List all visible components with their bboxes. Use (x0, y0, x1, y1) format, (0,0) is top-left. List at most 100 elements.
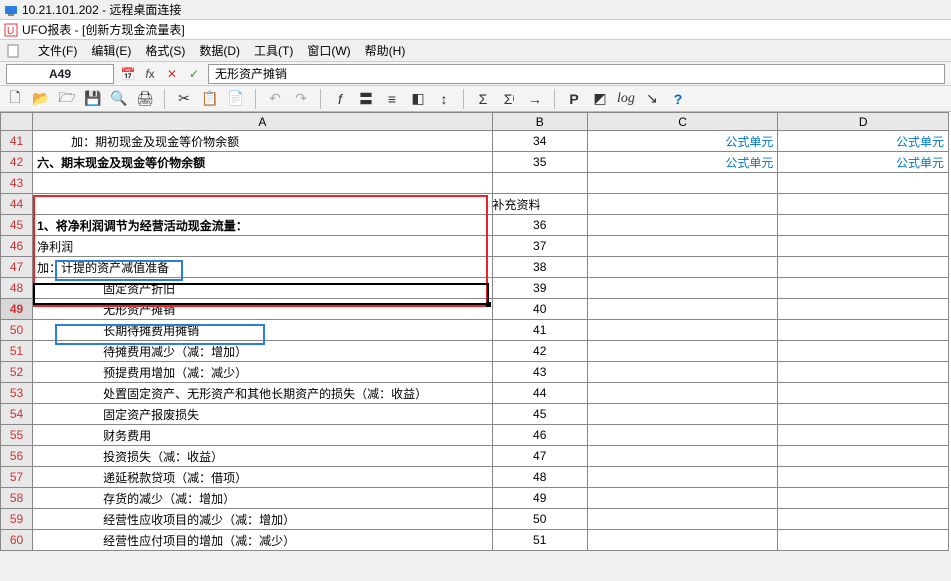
row-header[interactable]: 43 (1, 173, 33, 194)
table-row[interactable]: 55财务费用46 (1, 425, 949, 446)
tb-pat-icon[interactable]: ◩ (591, 90, 609, 108)
cell-a[interactable]: 固定资产折旧 (33, 278, 492, 299)
row-header[interactable]: 60 (1, 530, 33, 551)
col-header-c[interactable]: C (587, 113, 778, 131)
cell-a[interactable] (33, 194, 492, 215)
tb-p-icon[interactable]: P (565, 90, 583, 108)
cell-b[interactable]: 补充资料 (492, 194, 587, 215)
cell-a[interactable]: 1、将净利润调节为经营活动现金流量： (33, 215, 492, 236)
menu-edit[interactable]: 编辑(E) (91, 42, 131, 59)
tb-log-icon[interactable]: log (617, 90, 635, 108)
cell-d[interactable] (778, 404, 949, 425)
cell-b[interactable]: 41 (492, 320, 587, 341)
cell-d[interactable] (778, 215, 949, 236)
table-row[interactable]: 52预提费用增加（减：减少）43 (1, 362, 949, 383)
cell-b[interactable]: 51 (492, 530, 587, 551)
cell-c[interactable] (587, 278, 778, 299)
cell-b[interactable]: 45 (492, 404, 587, 425)
cell-reference-box[interactable]: A49 (6, 64, 114, 84)
tb-print-icon[interactable]: 🖨 (136, 90, 154, 108)
cell-a[interactable] (33, 173, 492, 194)
cell-d[interactable] (778, 341, 949, 362)
menu-help[interactable]: 帮助(H) (365, 42, 406, 59)
cell-d[interactable] (778, 173, 949, 194)
cell-d[interactable] (778, 257, 949, 278)
row-header[interactable]: 58 (1, 488, 33, 509)
cell-d[interactable] (778, 299, 949, 320)
table-row[interactable]: 47加：计提的资产减值准备38 (1, 257, 949, 278)
cell-a[interactable]: 待摊费用减少（减：增加） (33, 341, 492, 362)
row-header[interactable]: 45 (1, 215, 33, 236)
tb-split-icon[interactable]: ◧ (409, 90, 427, 108)
col-header-d[interactable]: D (778, 113, 949, 131)
cell-b[interactable]: 50 (492, 509, 587, 530)
menu-window[interactable]: 窗口(W) (307, 42, 350, 59)
tb-save-icon[interactable]: 💾 (84, 90, 102, 108)
col-header-a[interactable]: A (33, 113, 492, 131)
formula-input[interactable]: 无形资产摊销 (208, 64, 945, 84)
cell-a[interactable]: 长期待摊费用摊销 (33, 320, 492, 341)
table-row[interactable]: 46净利润37 (1, 236, 949, 257)
cell-d[interactable] (778, 362, 949, 383)
cell-d[interactable] (778, 509, 949, 530)
cell-b[interactable] (492, 173, 587, 194)
cell-a[interactable]: 无形资产摊销 (33, 299, 492, 320)
cell-c[interactable] (587, 257, 778, 278)
cell-a[interactable]: 处置固定资产、无形资产和其他长期资产的损失（减：收益） (33, 383, 492, 404)
cell-a[interactable]: 六、期末现金及现金等价物余额 (33, 152, 492, 173)
tb-fn-icon[interactable]: f (331, 90, 349, 108)
row-header[interactable]: 51 (1, 341, 33, 362)
row-header[interactable]: 52 (1, 362, 33, 383)
cell-a[interactable]: 经营性应收项目的减少（减：增加） (33, 509, 492, 530)
menu-tool[interactable]: 工具(T) (254, 42, 293, 59)
fx-icon[interactable]: fx (142, 66, 158, 82)
tb-sigma-icon[interactable]: Σ (474, 90, 492, 108)
cell-b[interactable]: 34 (492, 131, 587, 152)
cell-c[interactable]: 公式单元 (587, 152, 778, 173)
cell-b[interactable]: 38 (492, 257, 587, 278)
cell-a[interactable]: 固定资产报废损失 (33, 404, 492, 425)
cell-c[interactable] (587, 173, 778, 194)
cell-a[interactable]: 存货的减少（减：增加） (33, 488, 492, 509)
cell-a[interactable]: 递延税款贷项（减：借项） (33, 467, 492, 488)
tb-open2-icon[interactable]: 🗁 (58, 90, 76, 108)
table-row[interactable]: 43 (1, 173, 949, 194)
cell-a[interactable]: 净利润 (33, 236, 492, 257)
row-header[interactable]: 47 (1, 257, 33, 278)
table-row[interactable]: 44补充资料 (1, 194, 949, 215)
table-row[interactable]: 57递延税款贷项（减：借项）48 (1, 467, 949, 488)
cell-b[interactable]: 36 (492, 215, 587, 236)
tb-redo-icon[interactable]: ↷ (292, 90, 310, 108)
cell-c[interactable] (587, 425, 778, 446)
tb-help-icon[interactable]: ? (669, 90, 687, 108)
row-header[interactable]: 46 (1, 236, 33, 257)
cell-a[interactable]: 投资损失（减：收益） (33, 446, 492, 467)
row-header[interactable]: 54 (1, 404, 33, 425)
cell-d[interactable] (778, 530, 949, 551)
cell-c[interactable] (587, 404, 778, 425)
table-row[interactable]: 50长期待摊费用摊销41 (1, 320, 949, 341)
row-header[interactable]: 49 (1, 299, 33, 320)
cell-b[interactable]: 47 (492, 446, 587, 467)
cell-a[interactable]: 加：计提的资产减值准备 (33, 257, 492, 278)
tb-sort-icon[interactable]: ↕ (435, 90, 453, 108)
table-row[interactable]: 42六、期末现金及现金等价物余额35公式单元公式单元 (1, 152, 949, 173)
table-row[interactable]: 53处置固定资产、无形资产和其他长期资产的损失（减：收益）44 (1, 383, 949, 404)
table-row[interactable]: 59经营性应收项目的减少（减：增加）50 (1, 509, 949, 530)
corner-cell[interactable] (1, 113, 33, 131)
tb-halign-icon[interactable]: 〓 (357, 90, 375, 108)
cell-c[interactable] (587, 467, 778, 488)
cell-c[interactable] (587, 236, 778, 257)
cell-c[interactable] (587, 341, 778, 362)
tb-open-icon[interactable]: 📂 (32, 90, 50, 108)
cell-d[interactable] (778, 194, 949, 215)
cell-b[interactable]: 43 (492, 362, 587, 383)
cell-c[interactable]: 公式单元 (587, 131, 778, 152)
calendar-icon[interactable]: 📅 (120, 66, 136, 82)
cell-d[interactable] (778, 488, 949, 509)
table-row[interactable]: 54固定资产报废损失45 (1, 404, 949, 425)
cell-b[interactable]: 48 (492, 467, 587, 488)
cell-b[interactable]: 42 (492, 341, 587, 362)
row-header[interactable]: 55 (1, 425, 33, 446)
cell-a[interactable]: 加：期初现金及现金等价物余额 (33, 131, 492, 152)
